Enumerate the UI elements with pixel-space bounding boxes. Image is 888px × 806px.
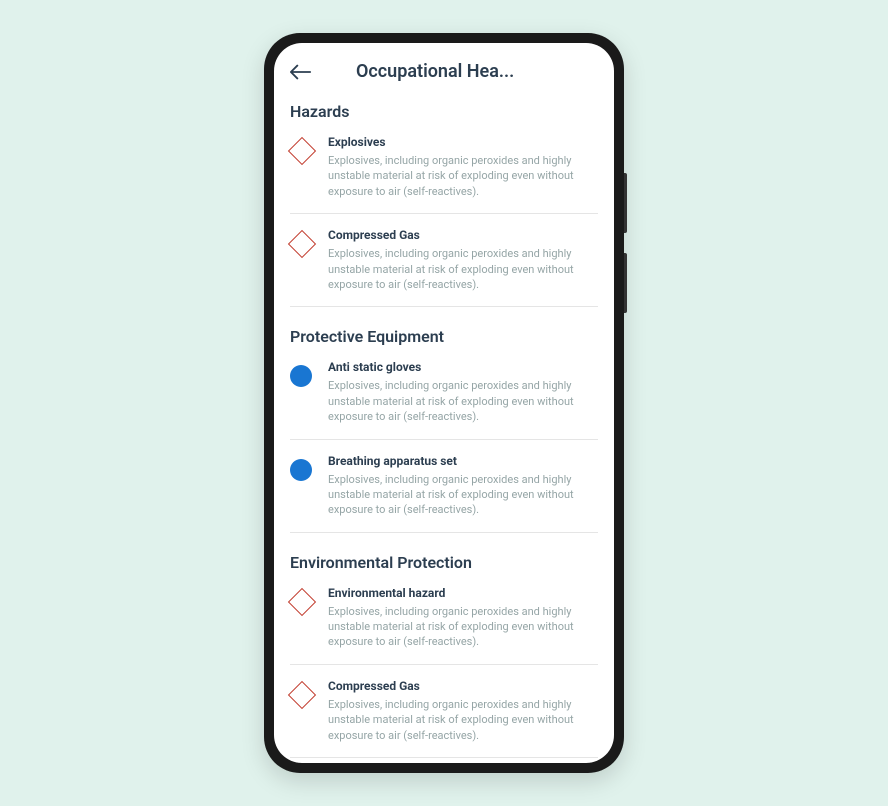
header: Occupational Hea... [274,43,614,94]
item-title: Environmental hazard [328,586,598,600]
screen: Occupational Hea... HazardsExplosivesExp… [274,43,614,763]
item-description: Explosives, including organic peroxides … [328,246,598,292]
phone-side-button [624,253,627,313]
hazard-diamond-icon [290,139,314,163]
equipment-circle-icon [290,458,314,482]
item-title: Explosives [328,135,598,149]
content-area[interactable]: Hazards Explosives Explosives, including o… [274,94,614,763]
item-description: Explosives, including organic peroxides … [328,604,598,650]
list-item[interactable]: Explosives Explosives, including organic … [290,135,598,214]
section: Hazards Explosives Explosives, including o… [290,102,598,307]
item-description: Explosives, including organic peroxides … [328,153,598,199]
list-item[interactable]: Compressed Gas Explosives, including orga… [290,228,598,307]
arrow-left-icon [290,64,312,80]
page-title: Occupational Hea... [356,61,598,82]
phone-frame: Occupational Hea... HazardsExplosivesExp… [264,33,624,773]
item-text: Compressed Gas Explosives, including orga… [328,679,598,743]
item-title: Anti static gloves [328,360,598,374]
item-description: Explosives, including organic peroxides … [328,697,598,743]
item-title: Compressed Gas [328,679,598,693]
hazard-diamond-icon [290,590,314,614]
item-text: Anti static gloves Explosives, including … [328,360,598,424]
section-title: Hazards [290,102,598,121]
hazard-diamond-icon [290,683,314,707]
list-item[interactable]: Compressed Gas Explosives, including orga… [290,679,598,758]
list-item[interactable]: Anti static gloves Explosives, including … [290,360,598,439]
section-title: Environmental Protection [290,553,598,572]
item-description: Explosives, including organic peroxides … [328,472,598,518]
section: Environmental Protection Environmental ha… [290,553,598,758]
list-item[interactable]: Breathing apparatus set Explosives, inclu… [290,454,598,533]
back-button[interactable] [290,64,312,80]
section: Protective Equipment Anti static gloves Ex… [290,327,598,532]
section-title: Protective Equipment [290,327,598,346]
item-text: Compressed Gas Explosives, including orga… [328,228,598,292]
item-title: Breathing apparatus set [328,454,598,468]
item-description: Explosives, including organic peroxides … [328,378,598,424]
phone-side-button [624,173,627,233]
item-title: Compressed Gas [328,228,598,242]
equipment-circle-icon [290,364,314,388]
item-text: Environmental hazard Explosives, includin… [328,586,598,650]
item-text: Breathing apparatus set Explosives, inclu… [328,454,598,518]
item-text: Explosives Explosives, including organic … [328,135,598,199]
list-item[interactable]: Environmental hazard Explosives, includin… [290,586,598,665]
hazard-diamond-icon [290,232,314,256]
